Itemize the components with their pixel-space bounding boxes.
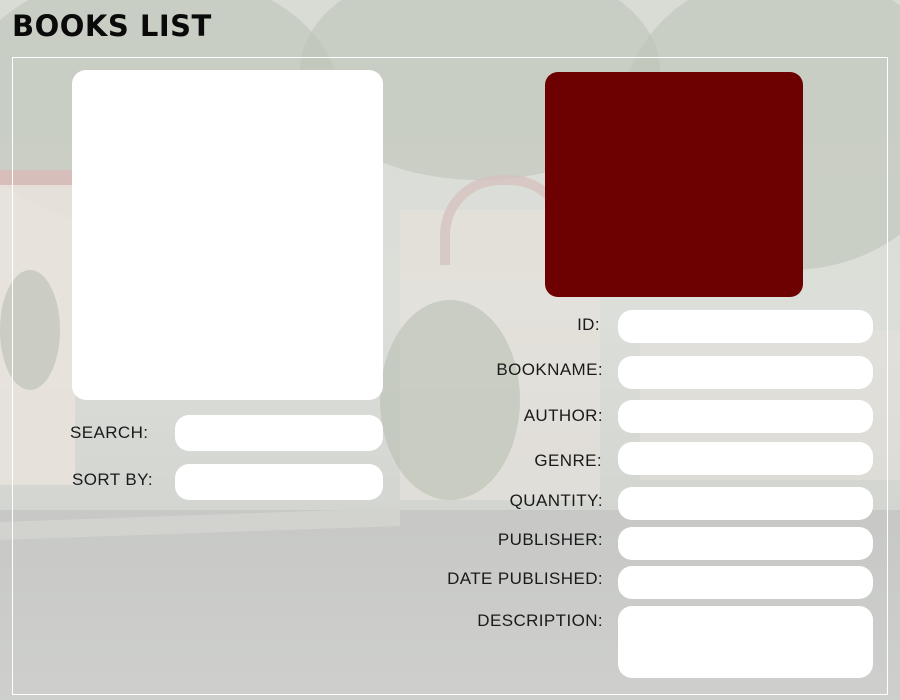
search-label: SEARCH: [70, 423, 149, 442]
id-field[interactable] [618, 310, 873, 343]
quantity-field[interactable] [618, 487, 873, 520]
author-field[interactable] [618, 400, 873, 433]
quantity-label: QUANTITY: [509, 491, 603, 510]
genre-label: GENRE: [534, 451, 602, 470]
sort-by-field[interactable] [175, 464, 383, 500]
publisher-label: PUBLISHER: [497, 530, 603, 549]
books-list-panel[interactable] [72, 70, 383, 400]
page-title: BOOKS LIST [12, 9, 212, 43]
description-label: DESCRIPTION: [477, 611, 603, 630]
publisher-field[interactable] [618, 527, 873, 560]
bookname-field[interactable] [618, 356, 873, 389]
genre-field[interactable] [618, 442, 873, 475]
sort-by-label: SORT BY: [72, 470, 153, 489]
date-published-field[interactable] [618, 566, 873, 599]
id-label: ID: [577, 315, 600, 334]
description-field[interactable] [618, 606, 873, 678]
bookname-label: BOOKNAME: [496, 360, 603, 379]
author-label: AUTHOR: [523, 406, 603, 425]
search-input[interactable] [175, 415, 383, 451]
date-published-label: DATE PUBLISHED: [447, 569, 603, 588]
book-cover-panel [545, 72, 803, 297]
